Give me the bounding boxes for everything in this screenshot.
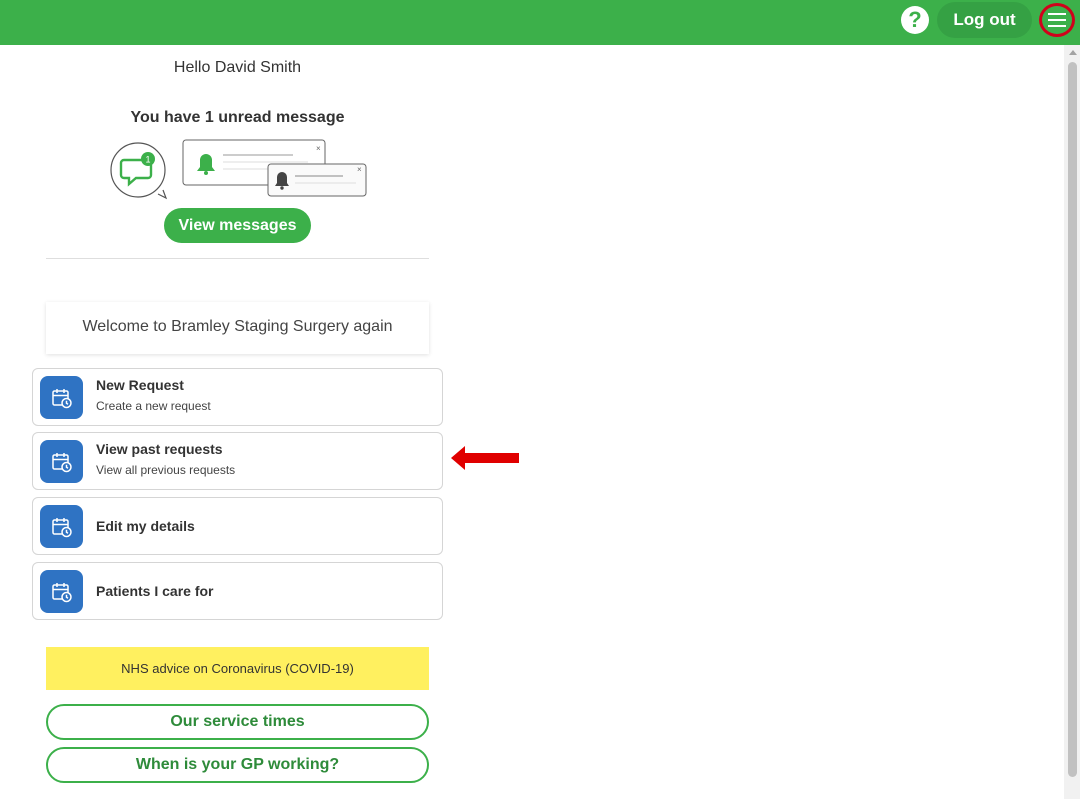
help-button[interactable]: ? <box>901 6 929 34</box>
left-arrow-icon <box>451 446 519 470</box>
scroll-up-arrow-icon[interactable] <box>1069 50 1077 55</box>
notification-card-icon: × <box>267 163 367 197</box>
card-title: Patients I care for <box>96 583 214 599</box>
logout-button[interactable]: Log out <box>937 2 1032 38</box>
new-request-card[interactable]: New Request Create a new request <box>32 368 443 426</box>
view-messages-button[interactable]: View messages <box>164 208 311 243</box>
calendar-clock-icon <box>40 440 83 483</box>
view-past-requests-card[interactable]: View past requests View all previous req… <box>32 432 443 490</box>
calendar-clock-icon <box>40 376 83 419</box>
messages-illustration: 1 × × <box>110 139 367 200</box>
edit-my-details-card[interactable]: Edit my details <box>32 497 443 555</box>
menu-button[interactable] <box>1039 3 1075 37</box>
covid-advice-link[interactable]: NHS advice on Coronavirus (COVID-19) <box>46 647 429 690</box>
calendar-clock-icon <box>40 505 83 548</box>
gp-working-button[interactable]: When is your GP working? <box>46 747 429 783</box>
card-title: View past requests <box>96 441 223 457</box>
hamburger-menu-icon <box>1048 13 1066 27</box>
unread-badge-count: 1 <box>145 155 150 165</box>
welcome-banner: Welcome to Bramley Staging Surgery again <box>46 302 429 354</box>
svg-text:×: × <box>316 144 321 153</box>
patients-i-care-for-card[interactable]: Patients I care for <box>32 562 443 620</box>
unread-message-heading: You have 1 unread message <box>130 109 345 126</box>
section-divider <box>46 258 429 259</box>
card-subtitle: View all previous requests <box>96 463 236 477</box>
card-subtitle: Create a new request <box>96 399 211 413</box>
calendar-clock-icon <box>40 570 83 613</box>
card-title: New Request <box>96 377 184 393</box>
scrollbar-thumb[interactable] <box>1068 62 1077 777</box>
chat-bubble-icon <box>110 142 168 200</box>
svg-text:×: × <box>357 165 362 174</box>
greeting-text: Hello David Smith <box>173 59 302 76</box>
service-times-button[interactable]: Our service times <box>46 704 429 740</box>
card-title: Edit my details <box>96 518 195 534</box>
